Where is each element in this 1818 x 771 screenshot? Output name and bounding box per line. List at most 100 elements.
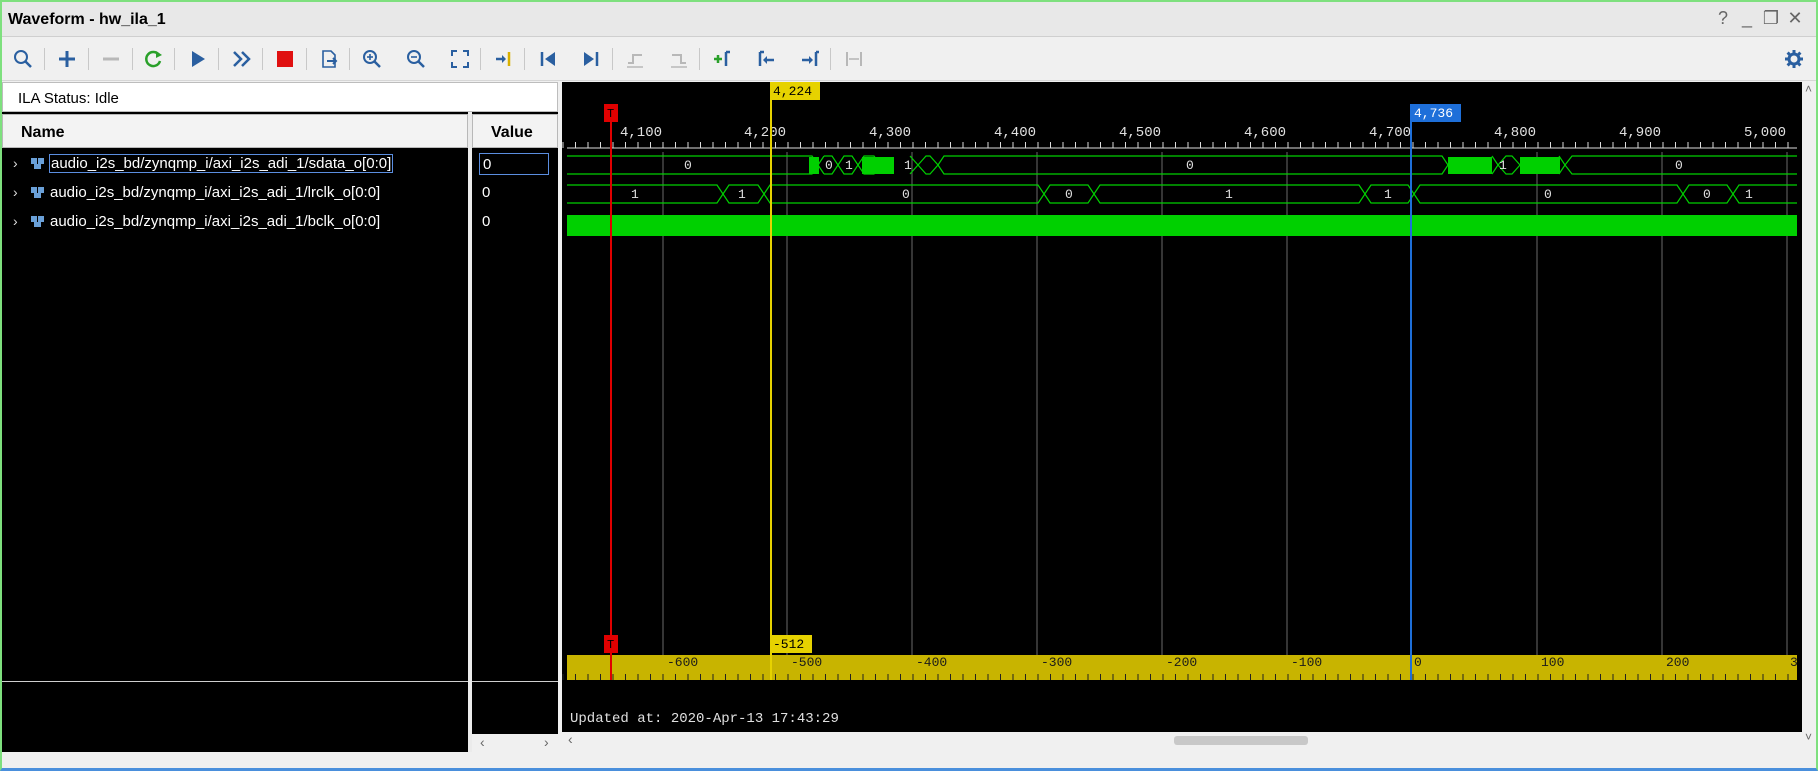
time-tick-label: 4,600: [1244, 125, 1286, 141]
close-icon[interactable]: ✕: [1784, 8, 1806, 29]
trigger-label: T: [607, 107, 614, 121]
scroll-up-icon[interactable]: ˄: [1805, 82, 1812, 96]
waveform-vscroll[interactable]: ˄ ˅: [1802, 82, 1816, 748]
sdata-value-label: 1: [904, 158, 912, 173]
next-transition-icon[interactable]: [666, 46, 692, 72]
fast-forward-icon[interactable]: [229, 46, 255, 72]
lrclk-value-label: 0: [1065, 187, 1073, 202]
time-tick-label: 4,800: [1494, 125, 1536, 141]
lrclk-value-label: 0: [1544, 187, 1552, 202]
play-icon[interactable]: [185, 46, 211, 72]
zoom-out-icon[interactable]: [403, 46, 429, 72]
signal-value[interactable]: 0: [472, 181, 558, 207]
expand-chevron-icon[interactable]: ›: [13, 155, 18, 171]
blue-cursor-label: 4,736: [1414, 106, 1453, 121]
minimize-icon[interactable]: _: [1736, 8, 1758, 29]
time-tick-label: 4,300: [869, 125, 911, 141]
relative-tick-label: 0: [1414, 655, 1422, 670]
signal-row[interactable]: › audio_i2s_bd/zynqmp_i/axi_i2s_adi_1/lr…: [2, 181, 468, 207]
signal-name: audio_i2s_bd/zynqmp_i/axi_i2s_adi_1/bclk…: [50, 213, 381, 230]
time-tick-label: 5,000: [1744, 125, 1786, 141]
time-tick-label: 4,700: [1369, 125, 1411, 141]
title-bar: Waveform - hw_ila_1 ? _ ❐ ✕: [2, 2, 1816, 37]
lrclk-trace: [567, 184, 1797, 204]
waveform-hscroll[interactable]: ‹: [562, 731, 1802, 748]
signal-row[interactable]: › audio_i2s_bd/zynqmp_i/axi_i2s_adi_1/bc…: [2, 210, 468, 236]
prev-transition-icon[interactable]: [622, 46, 648, 72]
delta-label: -512: [773, 637, 804, 652]
signal-value[interactable]: 0: [472, 152, 558, 178]
refresh-icon[interactable]: [141, 46, 167, 72]
waveform-window: Waveform - hw_ila_1 ? _ ❐ ✕ ILA Status: …: [0, 0, 1818, 771]
sdata-trace: [567, 155, 1797, 175]
value-column-header[interactable]: Value: [472, 114, 558, 148]
lrclk-value-label: 1: [738, 187, 746, 202]
time-tick-label: 4,200: [744, 125, 786, 141]
signal-row[interactable]: › audio_i2s_bd/zynqmp_i/axi_i2s_adi_1/sd…: [2, 152, 468, 178]
waveform-canvas[interactable]: 4,100 4,200 4,300 4,400 4,500 4,600 4,70…: [562, 82, 1802, 748]
relative-tick-label: -300: [1041, 655, 1072, 670]
prev-marker-icon[interactable]: [753, 46, 779, 72]
sdata-value-label: 1: [1499, 158, 1507, 173]
sdata-value-label: 0: [1675, 158, 1683, 173]
signal-value[interactable]: 0: [472, 210, 558, 236]
scroll-left-icon[interactable]: ‹: [480, 734, 485, 750]
lrclk-value-label: 1: [631, 187, 639, 202]
lrclk-value-label: 0: [902, 187, 910, 202]
go-end-icon[interactable]: [578, 46, 604, 72]
lrclk-value-label: 1: [1225, 187, 1233, 202]
expand-chevron-icon[interactable]: ›: [13, 184, 18, 200]
help-icon[interactable]: ?: [1712, 8, 1734, 29]
bus-signal-icon: [31, 216, 44, 227]
export-icon[interactable]: [316, 46, 342, 72]
name-column-header[interactable]: Name: [2, 114, 468, 148]
signal-value-text: 0: [482, 184, 491, 201]
expand-chevron-icon[interactable]: ›: [13, 213, 18, 229]
lrclk-value-label: 0: [1703, 187, 1711, 202]
relative-tick-label: -400: [916, 655, 947, 670]
time-tick-label: 4,400: [994, 125, 1036, 141]
zoom-in-icon[interactable]: [359, 46, 385, 72]
column-splitter[interactable]: [468, 112, 472, 752]
gear-icon[interactable]: [1781, 46, 1807, 72]
relative-tick-label: -600: [667, 655, 698, 670]
go-start-icon[interactable]: [535, 46, 561, 72]
lrclk-value-label: 1: [1384, 187, 1392, 202]
trigger-label: T: [607, 638, 614, 652]
signal-list-pane: ILA Status: Idle Name Value › audio_i2s_…: [2, 82, 558, 752]
sdata-value-label: 0: [684, 158, 692, 173]
scroll-right-icon[interactable]: ›: [544, 734, 549, 750]
signal-value-text: 0: [482, 213, 491, 230]
search-icon[interactable]: [10, 46, 36, 72]
relative-tick-label: -200: [1166, 655, 1197, 670]
relative-tick-label: 200: [1666, 655, 1689, 670]
time-tick-label: 4,500: [1119, 125, 1161, 141]
signal-name: audio_i2s_bd/zynqmp_i/axi_i2s_adi_1/lrcl…: [50, 184, 381, 201]
plus-icon[interactable]: [54, 46, 80, 72]
sdata-value-label: 0: [1186, 158, 1194, 173]
goto-cursor-icon[interactable]: [491, 46, 517, 72]
zoom-fit-icon[interactable]: [447, 46, 473, 72]
signal-value-text: 0: [479, 153, 549, 175]
swap-cursors-icon[interactable]: [841, 46, 867, 72]
add-marker-icon[interactable]: [709, 46, 735, 72]
bus-signal-icon: [31, 187, 44, 198]
relative-tick-label: -100: [1291, 655, 1322, 670]
signal-name: audio_i2s_bd/zynqmp_i/axi_i2s_adi_1/sdat…: [48, 154, 394, 173]
restore-icon[interactable]: ❐: [1760, 8, 1782, 29]
relative-tick-label: 100: [1541, 655, 1564, 670]
toolbar: [2, 38, 1816, 81]
hscroll-thumb[interactable]: [1174, 736, 1308, 745]
bclk-trace: [567, 215, 1797, 236]
value-column-hscroll[interactable]: ‹ ›: [472, 734, 558, 752]
stop-icon[interactable]: [272, 46, 298, 72]
time-tick-label: 4,900: [1619, 125, 1661, 141]
scroll-down-icon[interactable]: ˅: [1805, 730, 1812, 744]
window-title: Waveform - hw_ila_1: [8, 11, 166, 28]
next-marker-icon[interactable]: [797, 46, 823, 72]
scroll-left-icon[interactable]: ‹: [568, 731, 573, 747]
relative-tick-label: 3: [1790, 655, 1798, 670]
yellow-cursor-label: 4,224: [773, 84, 812, 99]
minus-icon[interactable]: [98, 46, 124, 72]
ila-status: ILA Status: Idle: [2, 82, 558, 112]
